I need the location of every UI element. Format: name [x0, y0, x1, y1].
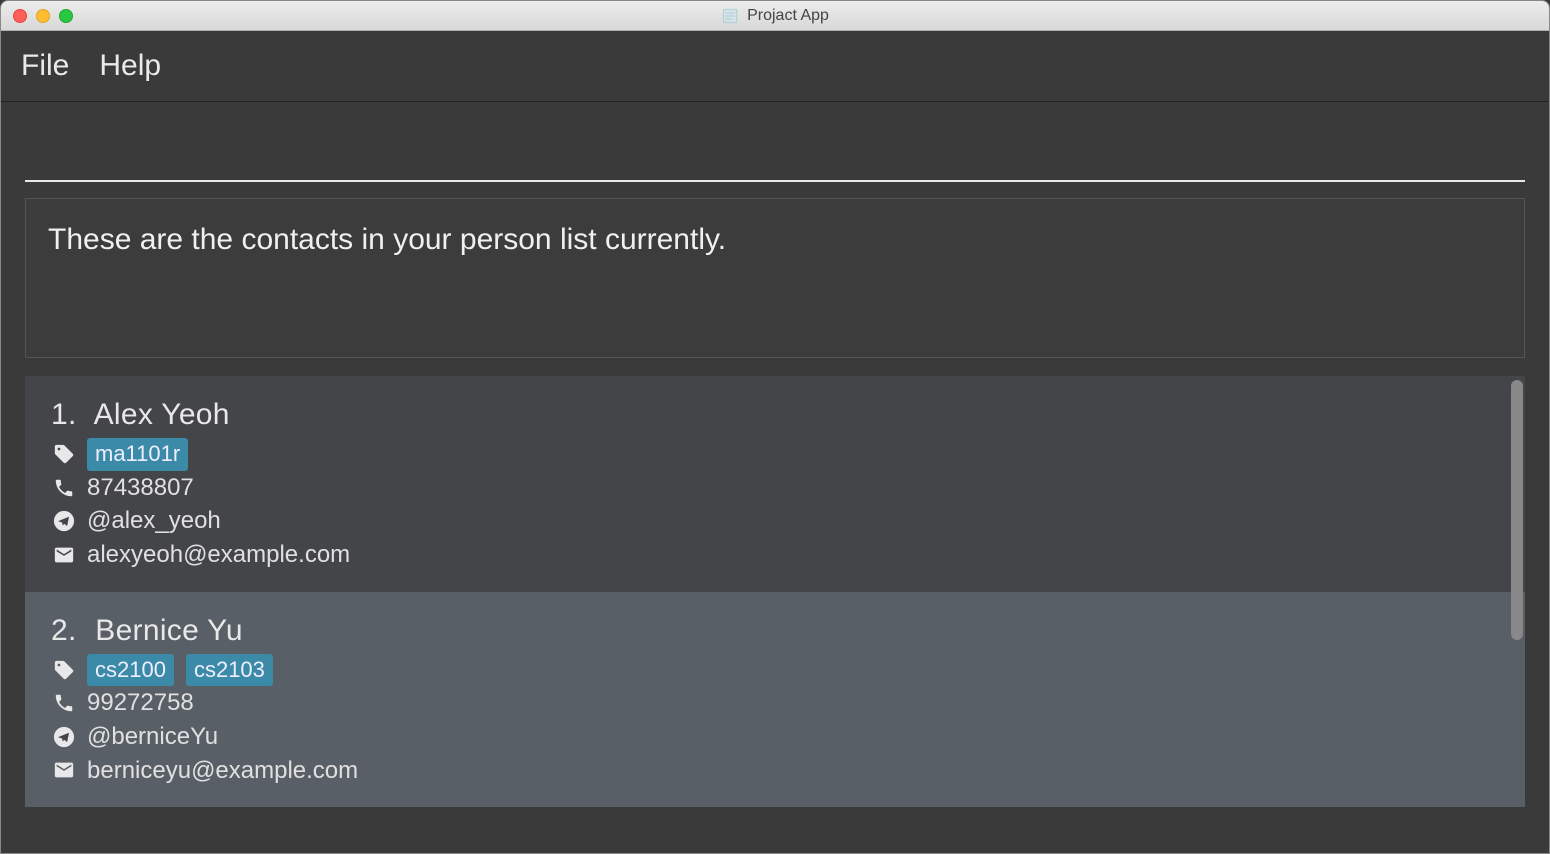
tag-icon — [51, 659, 77, 681]
contact-index: 1. — [51, 398, 77, 431]
titlebar: Projact App — [1, 1, 1549, 31]
telegram-icon — [51, 510, 77, 532]
contact-field-row: @alex_yeoh — [51, 504, 1499, 538]
contact-field-row: berniceyu@example.com — [51, 754, 1499, 788]
contact-field-row: alexyeoh@example.com — [51, 538, 1499, 572]
phone-icon — [51, 692, 77, 714]
contact-tags: ma1101r — [87, 438, 188, 471]
contact-field-row: @berniceYu — [51, 720, 1499, 754]
minimize-window-button[interactable] — [36, 9, 50, 23]
contact-card[interactable]: 1. Alex Yeoh ma1101r87438807@alex_yeohale… — [25, 376, 1525, 592]
contact-name: Alex Yeoh — [87, 398, 230, 431]
contact-name-row: 2. Bernice Yu — [51, 614, 1499, 648]
mail-icon — [51, 544, 77, 566]
mail-icon — [51, 759, 77, 781]
contact-field-row: ma1101r — [51, 438, 1499, 471]
menu-file[interactable]: File — [21, 49, 69, 83]
contact-name: Bernice Yu — [87, 614, 243, 647]
contact-email: alexyeoh@example.com — [87, 538, 350, 572]
contact-tags: cs2100 cs2103 — [87, 654, 273, 687]
tag: cs2100 — [87, 654, 174, 687]
contact-telegram: @alex_yeoh — [87, 504, 221, 538]
app-icon — [721, 7, 739, 25]
command-box-area — [1, 102, 1549, 182]
contact-phone: 99272758 — [87, 686, 194, 720]
contact-phone: 87438807 — [87, 471, 194, 505]
menubar: File Help — [1, 31, 1549, 102]
telegram-icon — [51, 726, 77, 748]
result-message: These are the contacts in your person li… — [48, 223, 1502, 257]
contact-email: berniceyu@example.com — [87, 754, 358, 788]
window-controls — [1, 9, 73, 23]
titlebar-title: Projact App — [721, 7, 829, 25]
contact-card[interactable]: 2. Bernice Yu cs2100 cs210399272758@bernic… — [25, 592, 1525, 808]
menu-help[interactable]: Help — [99, 49, 161, 83]
contact-telegram: @berniceYu — [87, 720, 218, 754]
contact-name-row: 1. Alex Yeoh — [51, 398, 1499, 432]
zoom-window-button[interactable] — [59, 9, 73, 23]
result-display: These are the contacts in your person li… — [25, 198, 1525, 358]
contact-field-row: 99272758 — [51, 686, 1499, 720]
contact-field-row: cs2100 cs2103 — [51, 654, 1499, 687]
contact-field-row: 87438807 — [51, 471, 1499, 505]
app-window: Projact App File Help These are the cont… — [0, 0, 1550, 854]
command-input[interactable] — [25, 120, 1525, 182]
window-title-text: Projact App — [747, 7, 829, 25]
contact-list[interactable]: 1. Alex Yeoh ma1101r87438807@alex_yeohale… — [25, 376, 1525, 853]
phone-icon — [51, 477, 77, 499]
close-window-button[interactable] — [13, 9, 27, 23]
tag: cs2103 — [186, 654, 273, 687]
tag: ma1101r — [87, 438, 188, 471]
contact-index: 2. — [51, 614, 77, 647]
scrollbar-thumb[interactable] — [1511, 380, 1523, 640]
tag-icon — [51, 443, 77, 465]
